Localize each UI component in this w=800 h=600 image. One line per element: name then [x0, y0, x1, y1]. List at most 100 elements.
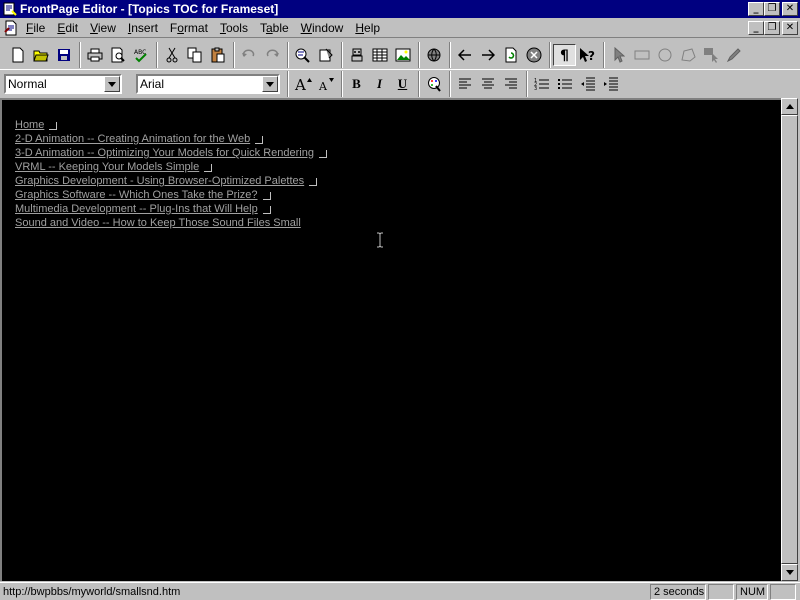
open-icon[interactable]	[29, 44, 52, 66]
document-content[interactable]: Home 2-D Animation -- Creating Animation…	[15, 118, 327, 230]
print-icon[interactable]	[83, 44, 106, 66]
align-right-icon[interactable]	[499, 73, 522, 95]
window-title: FrontPage Editor - [Topics TOC for Frame…	[20, 2, 279, 16]
list-item: 3-D Animation -- Optimizing Your Models …	[15, 146, 327, 160]
menu-format[interactable]: Format	[164, 21, 214, 35]
scroll-down-button[interactable]	[781, 564, 798, 581]
decrease-font-size-icon[interactable]: A	[314, 73, 337, 95]
numbered-list-icon[interactable]: 123	[530, 73, 553, 95]
title-bar[interactable]: FrontPage Editor - [Topics TOC for Frame…	[0, 0, 800, 18]
style-dropdown[interactable]: Normal	[4, 74, 122, 94]
close-button[interactable]: ✕	[782, 2, 798, 16]
list-item: Multimedia Development -- Plug-Ins that …	[15, 202, 327, 216]
ibeam-cursor-icon	[376, 232, 384, 251]
back-icon[interactable]	[453, 44, 476, 66]
italic-button[interactable]: I	[368, 73, 391, 95]
style-value: Normal	[8, 77, 47, 91]
save-icon[interactable]	[52, 44, 75, 66]
svg-text:3: 3	[534, 86, 537, 91]
font-dropdown[interactable]: Arial	[136, 74, 280, 94]
list-item: Home	[15, 118, 327, 132]
undo-icon[interactable]	[237, 44, 260, 66]
help-icon[interactable]: ?	[576, 44, 599, 66]
link-sound-and-video[interactable]: Sound and Video -- How to Keep Those Sou…	[15, 216, 301, 230]
list-item: VRML -- Keeping Your Models Simple	[15, 160, 327, 174]
document-icon[interactable]	[2, 19, 20, 37]
to-do-list-icon[interactable]	[314, 44, 337, 66]
scroll-up-button[interactable]	[781, 98, 798, 115]
make-transparent-icon[interactable]	[722, 44, 745, 66]
link-3d-animation[interactable]: 3-D Animation -- Optimizing Your Models …	[15, 146, 314, 160]
paste-icon[interactable]	[206, 44, 229, 66]
scroll-thumb[interactable]	[781, 115, 798, 564]
list-item: Graphics Software -- Which Ones Take the…	[15, 188, 327, 202]
svg-text:A: A	[294, 76, 306, 92]
list-item: Graphics Development - Using Browser-Opt…	[15, 174, 327, 188]
link-multimedia-development[interactable]: Multimedia Development -- Plug-Ins that …	[15, 202, 258, 216]
svg-text:A: A	[318, 80, 328, 92]
minimize-button[interactable]: _	[748, 2, 764, 16]
frontpage-app-icon[interactable]	[2, 1, 18, 17]
refresh-icon[interactable]	[499, 44, 522, 66]
decrease-indent-icon[interactable]	[576, 73, 599, 95]
format-toolbar: Normal Arial A A B I U 123	[0, 70, 800, 98]
link-2d-animation[interactable]: 2-D Animation -- Creating Animation for …	[15, 132, 250, 146]
chevron-down-icon[interactable]	[104, 76, 120, 92]
bulleted-list-icon[interactable]	[553, 73, 576, 95]
editor-canvas[interactable]: Home 2-D Animation -- Creating Animation…	[0, 98, 781, 581]
menu-insert[interactable]: Insert	[122, 21, 164, 35]
menu-edit[interactable]: Edit	[51, 21, 84, 35]
menu-table[interactable]: Table	[254, 21, 295, 35]
align-left-icon[interactable]	[453, 73, 476, 95]
doc-minimize-button[interactable]: _	[748, 20, 764, 35]
menu-view[interactable]: View	[84, 21, 122, 35]
stop-icon[interactable]	[522, 44, 545, 66]
list-item: Sound and Video -- How to Keep Those Sou…	[15, 216, 327, 230]
menu-file[interactable]: File	[20, 21, 51, 35]
text-color-icon[interactable]	[422, 73, 445, 95]
svg-text:?: ?	[588, 49, 595, 63]
status-url: http://bwpbbs/myworld/smallsnd.htm	[3, 585, 181, 598]
spelling-icon[interactable]: ABC	[129, 44, 152, 66]
vertical-scrollbar[interactable]	[781, 98, 798, 581]
cut-icon[interactable]	[160, 44, 183, 66]
status-caps	[708, 583, 734, 600]
insert-webbot-icon[interactable]	[345, 44, 368, 66]
line-break-mark	[318, 150, 327, 158]
polygon-icon[interactable]	[676, 44, 699, 66]
frontpage-explorer-icon[interactable]	[291, 44, 314, 66]
line-break-mark	[309, 178, 318, 186]
link-graphics-development[interactable]: Graphics Development - Using Browser-Opt…	[15, 174, 304, 188]
align-center-icon[interactable]	[476, 73, 499, 95]
menu-window[interactable]: Window	[295, 21, 350, 35]
doc-close-button[interactable]: ✕	[782, 20, 798, 35]
print-preview-icon[interactable]	[106, 44, 129, 66]
forward-icon[interactable]	[476, 44, 499, 66]
menu-help[interactable]: Help	[349, 21, 386, 35]
increase-font-size-icon[interactable]: A	[291, 73, 314, 95]
circle-icon[interactable]	[653, 44, 676, 66]
insert-table-icon[interactable]	[368, 44, 391, 66]
new-icon[interactable]	[6, 44, 29, 66]
menu-tools[interactable]: Tools	[214, 21, 254, 35]
copy-icon[interactable]	[183, 44, 206, 66]
create-hyperlink-icon[interactable]	[422, 44, 445, 66]
line-break-mark	[204, 164, 213, 172]
restore-button[interactable]: ❐	[764, 2, 780, 16]
rectangle-icon[interactable]	[630, 44, 653, 66]
highlight-hotspots-icon[interactable]	[699, 44, 722, 66]
link-home[interactable]: Home	[15, 118, 44, 132]
show-format-marks-icon[interactable]: ¶	[553, 43, 576, 66]
underline-button[interactable]: U	[391, 73, 414, 95]
doc-restore-button[interactable]: ❐	[764, 20, 780, 35]
insert-image-icon[interactable]	[391, 44, 414, 66]
line-break-mark	[255, 136, 264, 144]
increase-indent-icon[interactable]	[599, 73, 622, 95]
link-vrml[interactable]: VRML -- Keeping Your Models Simple	[15, 160, 199, 174]
redo-icon[interactable]	[260, 44, 283, 66]
select-pointer-icon[interactable]	[607, 44, 630, 66]
chevron-down-icon[interactable]	[262, 76, 278, 92]
list-item: 2-D Animation -- Creating Animation for …	[15, 132, 327, 146]
link-graphics-software[interactable]: Graphics Software -- Which Ones Take the…	[15, 188, 258, 202]
bold-button[interactable]: B	[345, 73, 368, 95]
